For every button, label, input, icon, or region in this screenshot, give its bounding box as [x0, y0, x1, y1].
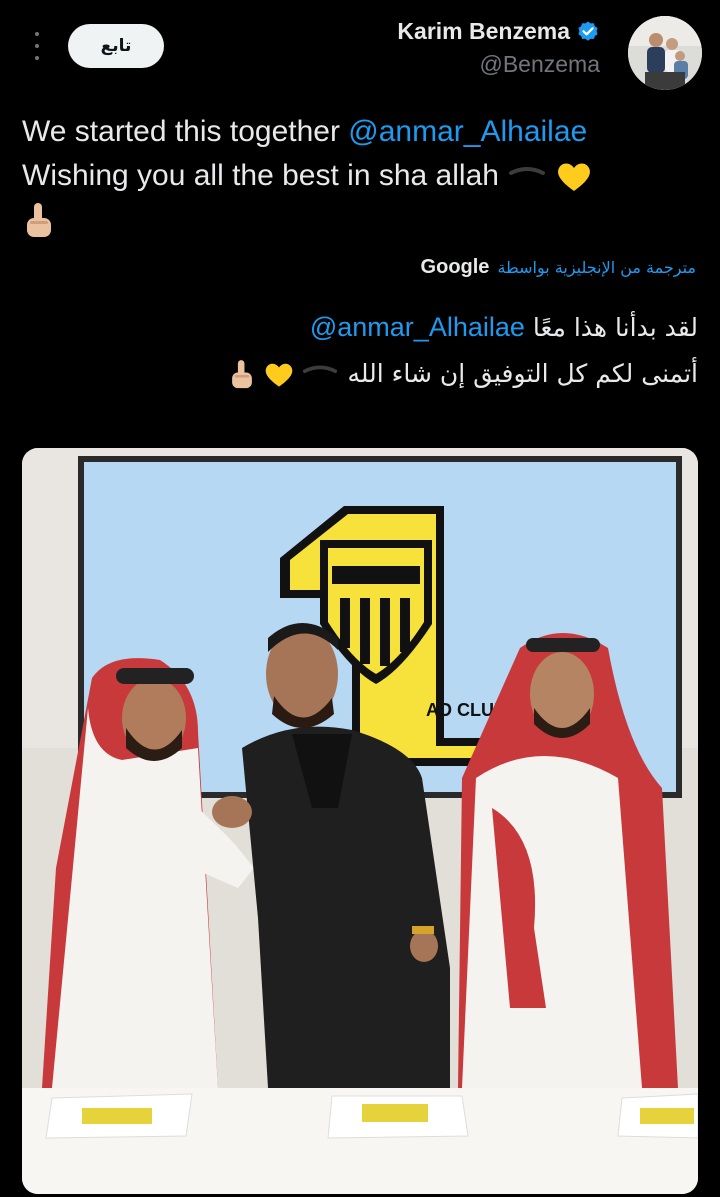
author-handle: @Benzema: [479, 51, 600, 77]
translated-by-text: مترجمة من الإنجليزية بواسطة: [497, 258, 696, 277]
more-dot: [35, 56, 39, 60]
translated-by-label[interactable]: مترجمة من الإنجليزية بواسطة Google: [421, 256, 696, 279]
translated-mention-link[interactable]: @anmar_Alhailae: [310, 312, 525, 342]
author-name-row: Karim Benzema: [397, 18, 600, 45]
follow-button[interactable]: تابع: [68, 24, 164, 68]
more-dot: [35, 44, 39, 48]
black-heart-emoji-icon: [509, 167, 546, 176]
tweet-text: We started this together @anmar_Alhailae…: [22, 110, 702, 242]
photo-image: AD CLUB: [22, 448, 698, 1194]
tweet-mention-link[interactable]: @anmar_Alhailae: [348, 115, 587, 148]
author-name: Karim Benzema: [397, 18, 570, 44]
verified-badge-icon: [578, 21, 598, 41]
translated-line2: أتمنى لكم كل التوفيق إن شاء الله: [347, 359, 698, 388]
more-options-icon[interactable]: [30, 32, 44, 60]
avatar[interactable]: [628, 16, 702, 90]
tweet-text-line1: We started this together: [22, 115, 349, 148]
tweet-media-photo[interactable]: AD CLUB: [22, 448, 698, 1194]
translated-line1: لقد بدأنا هذا معًا: [524, 313, 698, 342]
pointing-up-emoji-icon: [27, 203, 51, 238]
translated-tweet-text: لقد بدأنا هذا معًا @anmar_Alhailae أتمنى…: [18, 304, 698, 397]
avatar-image: [628, 16, 702, 90]
yellow-heart-emoji-icon: [265, 363, 292, 387]
black-heart-emoji-icon: [303, 365, 338, 374]
more-dot: [35, 32, 39, 36]
tweet-detail-page: تابع Karim Benzema @Benzema We started t…: [0, 0, 720, 1197]
yellow-heart-emoji-icon: [557, 163, 590, 192]
google-logo: Google: [420, 256, 490, 278]
tweet-text-line2: Wishing you all the best in sha allah: [22, 159, 499, 192]
author-info[interactable]: Karim Benzema @Benzema: [397, 18, 600, 78]
pointing-up-emoji-icon: [231, 360, 252, 389]
